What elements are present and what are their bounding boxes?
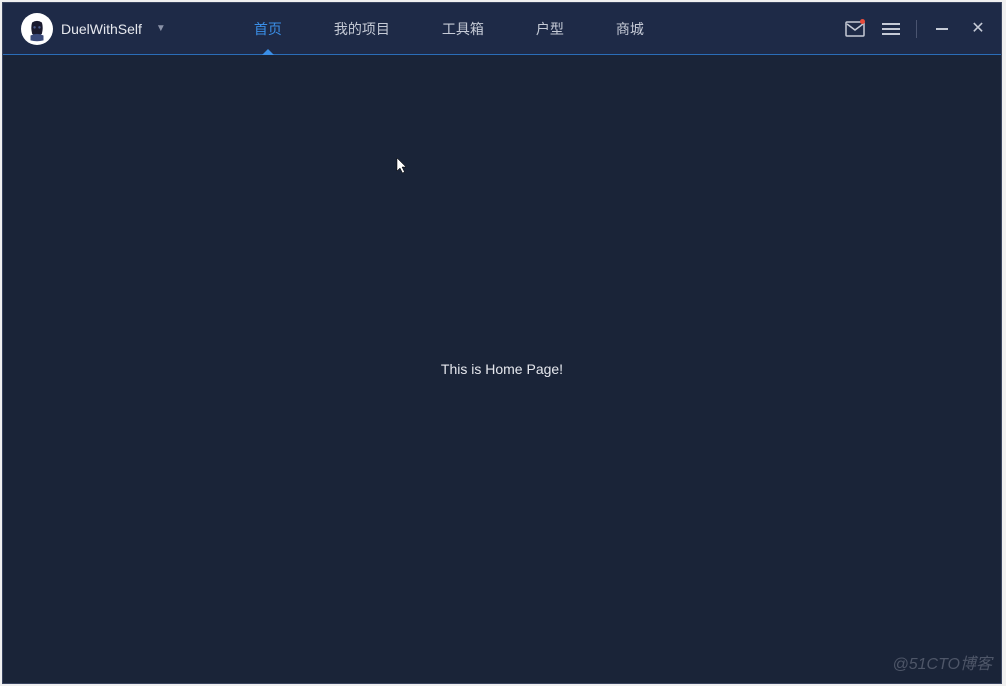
tab-home[interactable]: 首页 bbox=[228, 3, 308, 54]
tab-label: 商城 bbox=[616, 19, 644, 39]
nav-tabs: 首页 我的项目 工具箱 户型 商城 bbox=[228, 3, 670, 54]
close-icon: ✕ bbox=[971, 21, 984, 37]
content-area: This is Home Page! bbox=[3, 55, 1001, 683]
watermark: @51CTO博客 bbox=[892, 650, 992, 674]
minimize-icon bbox=[936, 28, 948, 30]
menu-icon[interactable] bbox=[880, 18, 902, 40]
avatar[interactable] bbox=[21, 13, 53, 45]
avatar-icon bbox=[24, 16, 50, 42]
tab-toolbox[interactable]: 工具箱 bbox=[416, 3, 510, 54]
divider bbox=[916, 20, 917, 38]
mail-notification-badge bbox=[860, 19, 865, 24]
app-window: DuelWithSelf ▼ 首页 我的项目 工具箱 户型 商城 bbox=[2, 2, 1002, 684]
tab-store[interactable]: 商城 bbox=[590, 3, 670, 54]
tab-label: 户型 bbox=[536, 19, 564, 39]
tab-floorplan[interactable]: 户型 bbox=[510, 3, 590, 54]
dropdown-arrow-icon[interactable]: ▼ bbox=[156, 23, 166, 34]
window-controls: ✕ bbox=[844, 18, 989, 40]
mail-icon[interactable] bbox=[844, 18, 866, 40]
tab-my-projects[interactable]: 我的项目 bbox=[308, 3, 416, 54]
home-page-text: This is Home Page! bbox=[441, 361, 563, 377]
tab-label: 首页 bbox=[254, 19, 282, 39]
cursor-icon bbox=[396, 157, 410, 180]
tab-label: 工具箱 bbox=[442, 19, 484, 39]
tab-label: 我的项目 bbox=[334, 19, 390, 39]
minimize-button[interactable] bbox=[931, 18, 953, 40]
user-section[interactable]: DuelWithSelf ▼ bbox=[3, 13, 166, 45]
username-label: DuelWithSelf bbox=[61, 21, 142, 37]
title-bar: DuelWithSelf ▼ 首页 我的项目 工具箱 户型 商城 bbox=[3, 3, 1001, 55]
close-button[interactable]: ✕ bbox=[967, 18, 989, 40]
